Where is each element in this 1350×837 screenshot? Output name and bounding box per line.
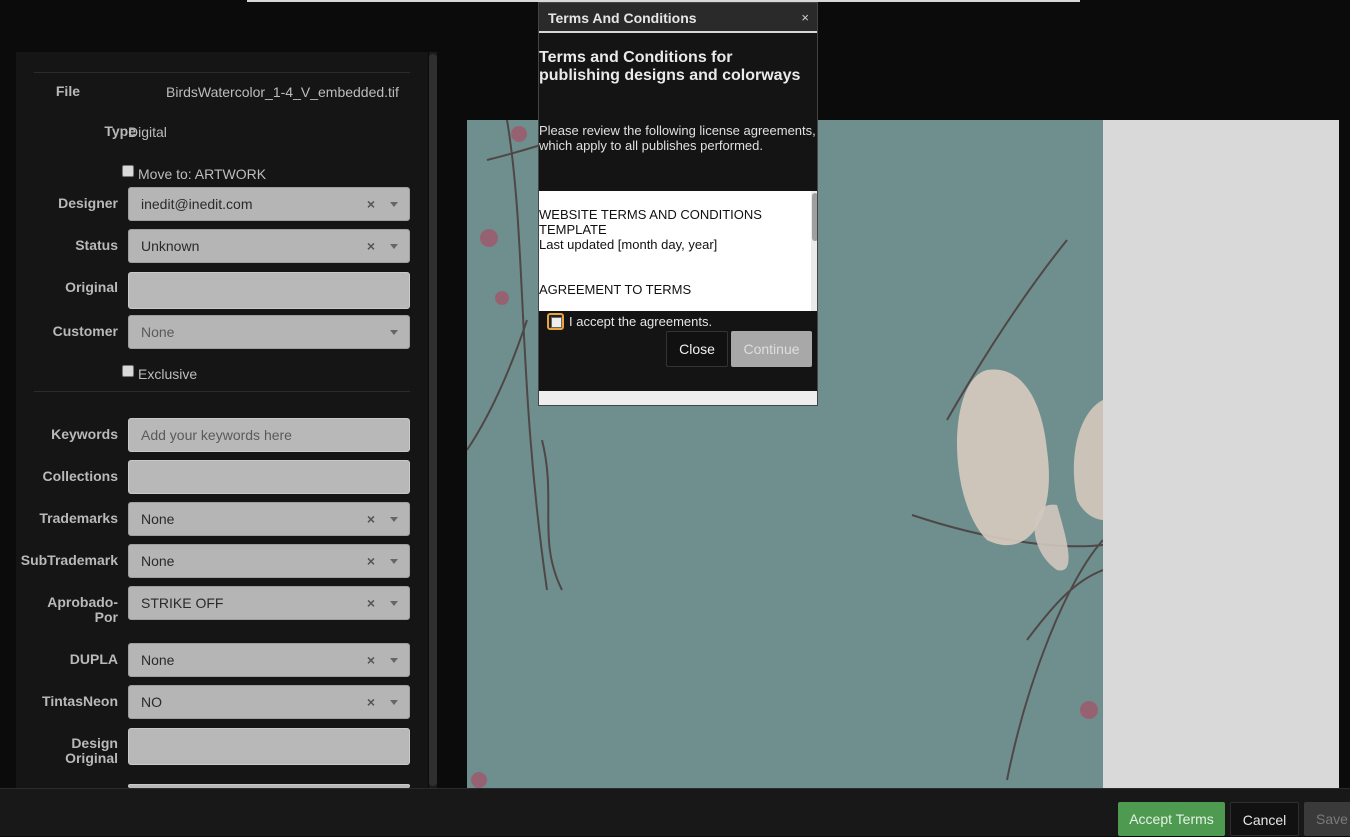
close-button[interactable]: Close xyxy=(666,331,728,367)
chevron-down-icon[interactable] xyxy=(390,244,398,249)
modal-footer xyxy=(539,391,817,405)
chevron-down-icon[interactable] xyxy=(390,202,398,207)
file-label: File xyxy=(55,83,80,99)
move-to-label: Move to: ARTWORK xyxy=(138,166,267,182)
dupla-label: DUPLA xyxy=(69,651,118,667)
chevron-down-icon[interactable] xyxy=(390,517,398,522)
chevron-down-icon[interactable] xyxy=(390,559,398,564)
continue-button[interactable]: Continue xyxy=(731,331,812,367)
accept-terms-button[interactable]: Accept Terms xyxy=(1118,802,1225,836)
collections-label: Collections xyxy=(42,468,118,484)
original-input[interactable] xyxy=(128,272,410,309)
aprobado-por-select[interactable]: STRIKE OFF × xyxy=(128,586,410,620)
tintasneon-select[interactable]: NO × xyxy=(128,685,410,719)
keywords-input[interactable]: Add your keywords here xyxy=(128,418,410,452)
status-value: Unknown xyxy=(141,238,200,254)
design-original-label-line-2: Original xyxy=(65,750,118,766)
trademarks-value: None xyxy=(141,511,175,527)
terms-heading: Terms and Conditions for publishing desi… xyxy=(539,49,801,84)
exclusive-checkbox[interactable] xyxy=(122,365,134,377)
clear-icon[interactable]: × xyxy=(367,503,375,535)
chevron-down-icon[interactable] xyxy=(390,700,398,705)
subtrademark-value: None xyxy=(141,553,175,569)
save-button[interactable]: Save xyxy=(1304,802,1350,836)
design-original-input[interactable] xyxy=(128,728,410,765)
chevron-down-icon[interactable] xyxy=(390,330,398,335)
move-to-row[interactable]: Move to: ARTWORK xyxy=(122,165,267,182)
clear-icon[interactable]: × xyxy=(367,545,375,577)
keywords-label: Keywords xyxy=(51,426,118,442)
design-original-label: Design Original xyxy=(10,736,118,766)
divider xyxy=(34,391,410,392)
design-original-label-line-1: Design xyxy=(71,735,118,751)
tintasneon-value: NO xyxy=(141,694,162,710)
customer-select[interactable]: None xyxy=(128,315,410,349)
close-icon[interactable]: × xyxy=(801,3,809,33)
terms-line: WEBSITE TERMS AND CONDITIONS TEMPLATE xyxy=(539,207,762,237)
exclusive-label: Exclusive xyxy=(138,366,198,382)
designer-label: Designer xyxy=(58,195,118,211)
move-to-checkbox[interactable] xyxy=(122,165,134,177)
chevron-down-icon[interactable] xyxy=(390,658,398,663)
terms-description: Please review the following license agre… xyxy=(539,123,816,153)
preview-side-area xyxy=(1103,120,1339,788)
clear-icon[interactable]: × xyxy=(367,230,375,262)
original-label: Original xyxy=(65,279,118,295)
aprobado-label: Aprobado- Por xyxy=(10,595,118,625)
terms-modal: Terms And Conditions × Terms and Conditi… xyxy=(538,2,818,406)
terms-scrollbar-thumb[interactable] xyxy=(812,193,817,241)
terms-text-box[interactable]: WEBSITE TERMS AND CONDITIONS TEMPLATE La… xyxy=(539,191,811,311)
clear-icon[interactable]: × xyxy=(367,188,375,220)
type-value: Digital xyxy=(128,124,167,140)
divider xyxy=(34,72,410,73)
trademarks-label: Trademarks xyxy=(39,510,118,526)
modal-title: Terms And Conditions xyxy=(548,10,697,26)
customer-label: Customer xyxy=(52,323,118,339)
trademarks-select[interactable]: None × xyxy=(128,502,410,536)
accept-checkbox[interactable] xyxy=(547,313,564,330)
cancel-button[interactable]: Cancel xyxy=(1230,802,1299,836)
chevron-down-icon[interactable] xyxy=(390,601,398,606)
type-label: Type xyxy=(104,123,136,139)
file-name-value: BirdsWatercolor_1-4_V_embedded.tif xyxy=(166,84,399,100)
status-label: Status xyxy=(75,237,118,253)
status-select[interactable]: Unknown × xyxy=(128,229,410,263)
clear-icon[interactable]: × xyxy=(367,686,375,718)
bottom-action-bar: Accept Terms Cancel Save xyxy=(0,788,1350,836)
accept-row[interactable]: I accept the agreements. xyxy=(547,313,712,330)
subtrademark-select[interactable]: None × xyxy=(128,544,410,578)
aprobado-label-line-1: Aprobado- xyxy=(47,594,118,610)
designer-value: inedit@inedit.com xyxy=(141,196,253,212)
clear-icon[interactable]: × xyxy=(367,587,375,619)
subtrademark-label: SubTrademark xyxy=(20,552,118,568)
accept-label: I accept the agreements. xyxy=(569,314,713,329)
tintasneon-label: TintasNeon xyxy=(42,693,118,709)
form-scrollbar-thumb[interactable] xyxy=(429,54,437,786)
terms-line: AGREEMENT TO TERMS xyxy=(539,282,692,297)
collections-input[interactable] xyxy=(128,460,410,494)
dupla-value: None xyxy=(141,652,175,668)
clear-icon[interactable]: × xyxy=(367,644,375,676)
terms-line: Last updated [month day, year] xyxy=(539,237,718,252)
modal-header[interactable]: Terms And Conditions × xyxy=(539,3,817,33)
customer-value: None xyxy=(141,324,175,340)
aprobado-por-value: STRIKE OFF xyxy=(141,595,224,611)
aprobado-label-line-2: Por xyxy=(94,609,118,625)
dupla-select[interactable]: None × xyxy=(128,643,410,677)
exclusive-row[interactable]: Exclusive xyxy=(122,365,198,382)
designer-select[interactable]: inedit@inedit.com × xyxy=(128,187,410,221)
